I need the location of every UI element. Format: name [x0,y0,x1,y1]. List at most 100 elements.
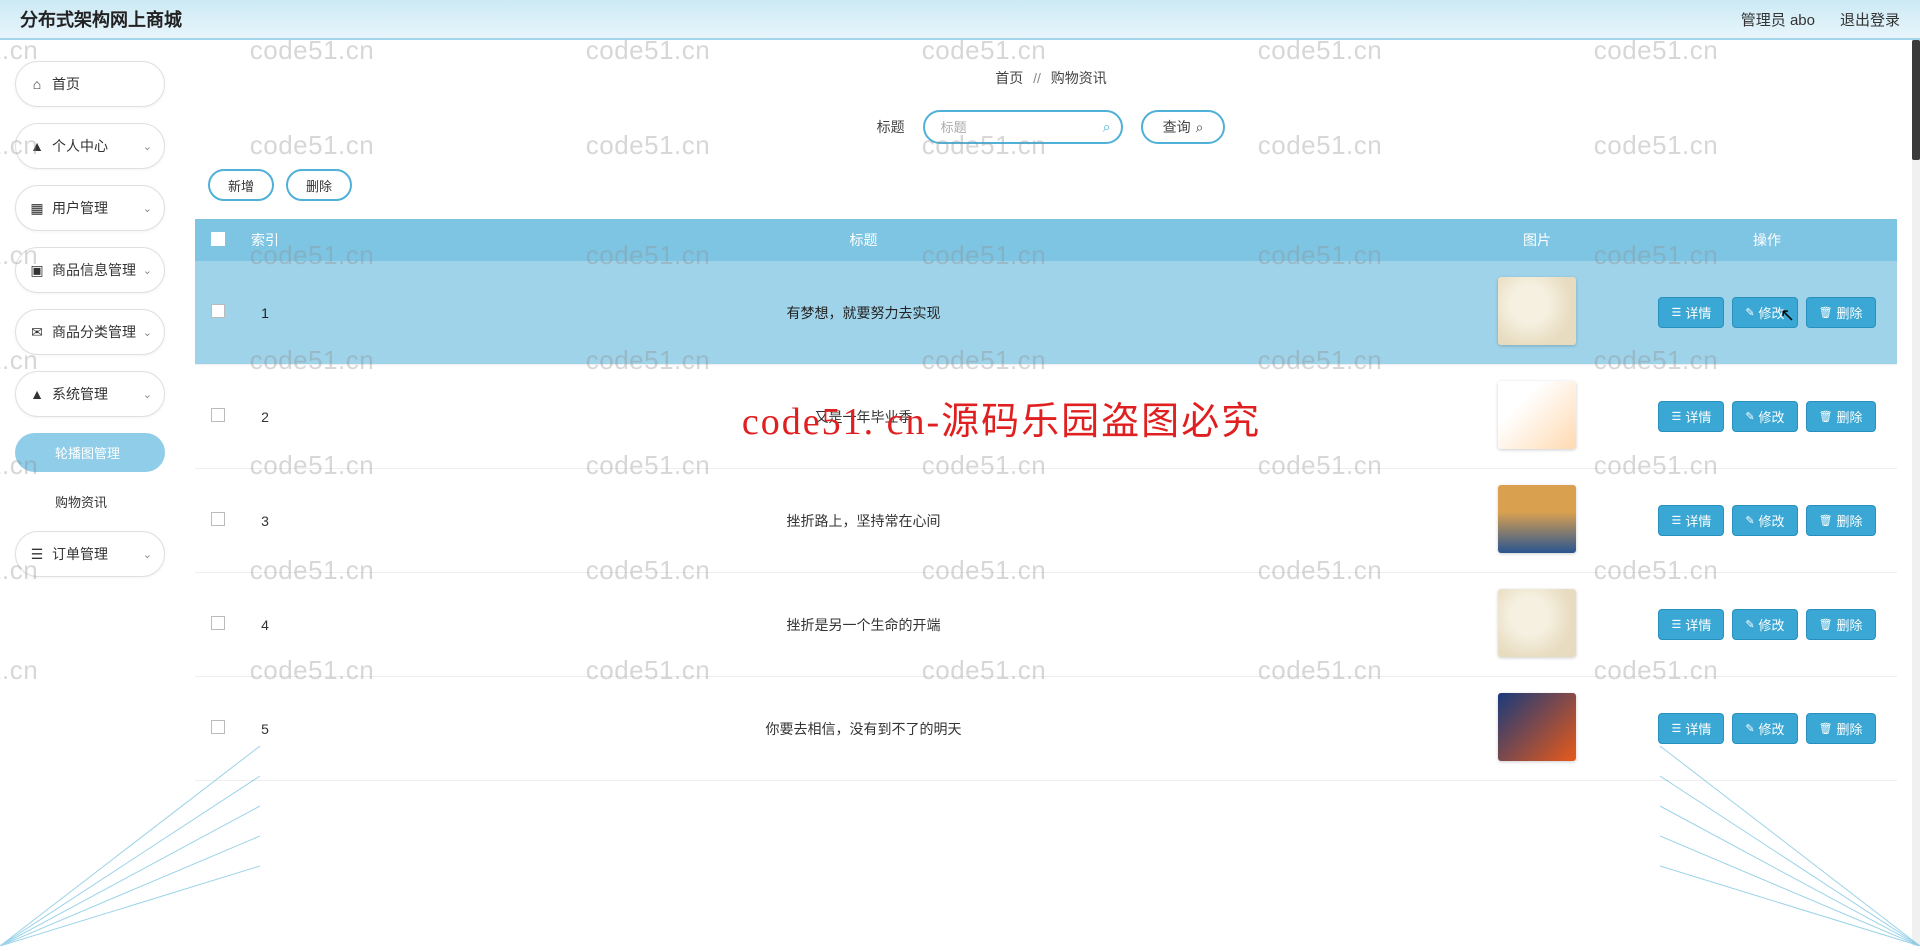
edit-icon: ✎ [1745,514,1754,527]
vertical-scrollbar[interactable] [1912,40,1920,946]
row-ops: ☰详情 ✎修改 🗑删除 [1637,393,1897,440]
edit-button[interactable]: ✎修改 [1732,505,1797,536]
sidebar-item-label: 首页 [52,74,80,94]
sidebar-item-home[interactable]: ⌂ 首页 [15,61,165,107]
row-checkbox[interactable] [211,616,225,630]
row-delete-button[interactable]: 🗑删除 [1806,505,1876,536]
search-icon[interactable]: ⌕ [1103,119,1111,136]
data-table: 索引 标题 图片 操作 1有梦想，就要努力去实现☰详情✎修改🗑删除2又是一年毕业… [195,219,1897,781]
detail-button[interactable]: ☰详情 [1658,609,1724,640]
sidebar-item-system[interactable]: ▲ 系统管理 ⌄ [15,371,165,417]
edit-icon: ✎ [1745,618,1754,631]
header-index: 索引 [240,230,290,250]
chevron-down-icon: ⌄ [143,140,152,153]
row-image-cell [1437,693,1637,764]
list-icon: ☰ [30,547,44,561]
sidebar-sub-carousel[interactable]: 轮播图管理 [15,433,165,472]
logout-link[interactable]: 退出登录 [1840,9,1900,30]
detail-button[interactable]: ☰详情 [1658,297,1724,328]
chevron-down-icon: ⌄ [143,264,152,277]
trash-icon: 🗑 [1819,514,1833,527]
chevron-down-icon: ⌄ [143,388,152,401]
row-index: 3 [240,513,290,529]
row-title: 你要去相信，没有到不了的明天 [290,719,1437,739]
table-row: 1有梦想，就要努力去实现 ☰详情 ✎修改 🗑删除 [195,261,1897,365]
sidebar-item-label: 轮播图管理 [55,446,120,461]
scrollbar-thumb[interactable] [1912,40,1920,160]
sidebar-item-orders[interactable]: ☰ 订单管理 ⌄ [15,531,165,577]
row-index: 2 [240,409,290,425]
admin-label[interactable]: 管理员 abo [1741,9,1815,30]
breadcrumb-current: 购物资讯 [1051,70,1107,86]
sidebar-item-label: 用户管理 [52,198,108,218]
detail-icon: ☰ [1671,514,1681,527]
row-checkbox[interactable] [211,512,225,526]
edit-button[interactable]: ✎修改 [1732,713,1797,744]
row-checkbox-cell [195,720,240,737]
sidebar-item-label: 个人中心 [52,136,108,156]
edit-icon: ✎ [1745,722,1754,735]
detail-button[interactable]: ☰详情 [1658,713,1724,744]
edit-button[interactable]: ✎修改 [1732,401,1797,432]
sidebar-sub-news[interactable]: 购物资讯 [15,482,165,521]
row-title: 有梦想，就要努力去实现 [290,303,1437,323]
row-delete-button[interactable]: 🗑删除 [1806,713,1876,744]
edit-button[interactable]: ✎修改 [1732,609,1797,640]
sidebar-item-products[interactable]: ▣ 商品信息管理 ⌄ [15,247,165,293]
row-image[interactable] [1498,485,1576,553]
main-content: 首页 // 购物资讯 标题 ⌕ 查询 ⌕ 新增 删除 索引 标题 图片 操作 1… [190,40,1912,946]
row-checkbox[interactable] [211,408,225,422]
header-image: 图片 [1437,230,1637,250]
header-ops: 操作 [1637,230,1897,250]
row-index: 1 [240,305,290,321]
row-ops: ☰详情 ✎修改 🗑删除 [1637,289,1897,336]
sidebar-item-label: 商品分类管理 [52,322,136,342]
detail-icon: ☰ [1671,410,1681,423]
user-icon: ▲ [30,139,44,153]
row-checkbox[interactable] [211,304,225,318]
row-image[interactable] [1498,589,1576,657]
sidebar-item-label: 系统管理 [52,384,108,404]
row-delete-button[interactable]: 🗑删除 [1806,609,1876,640]
search-input[interactable] [923,110,1123,144]
search-button-label: 查询 [1163,117,1191,137]
row-delete-button[interactable]: 🗑删除 [1806,401,1876,432]
action-bar: 新增 删除 [208,169,1912,201]
grid4-icon: ▣ [30,263,44,277]
detail-button[interactable]: ☰详情 [1658,401,1724,432]
sidebar-item-label: 商品信息管理 [52,260,136,280]
trash-icon: 🗑 [1819,722,1833,735]
breadcrumb-home[interactable]: 首页 [995,70,1023,86]
sidebar-item-categories[interactable]: ✉ 商品分类管理 ⌄ [15,309,165,355]
edit-icon: ✎ [1745,306,1754,319]
row-checkbox-cell [195,616,240,633]
search-button[interactable]: 查询 ⌕ [1141,110,1226,144]
table-row: 4挫折是另一个生命的开端☰详情✎修改🗑删除 [195,573,1897,677]
edit-button[interactable]: ✎修改 [1732,297,1797,328]
sidebar-item-label: 购物资讯 [55,495,107,510]
select-all-checkbox[interactable] [211,232,225,246]
sidebar: ⌂ 首页 ▲ 个人中心 ⌄ ▦ 用户管理 ⌄ ▣ 商品信息管理 ⌄ ✉ 商品分类… [0,40,175,946]
mail-icon: ✉ [30,325,44,339]
row-checkbox[interactable] [211,720,225,734]
add-button[interactable]: 新增 [208,169,274,201]
row-ops: ☰详情 ✎修改 🗑删除 [1637,601,1897,648]
sidebar-item-profile[interactable]: ▲ 个人中心 ⌄ [15,123,165,169]
row-checkbox-cell [195,512,240,529]
row-title: 又是一年毕业季 [290,407,1437,427]
row-image[interactable] [1498,381,1576,449]
search-label: 标题 [877,117,905,137]
search-row: 标题 ⌕ 查询 ⌕ [190,110,1912,144]
search-input-wrap: ⌕ [923,110,1123,144]
table-row: 2又是一年毕业季 ☰详情 ✎修改 🗑删除 [195,365,1897,469]
row-image[interactable] [1498,277,1576,345]
table-row: 3挫折路上，坚持常在心间☰详情✎修改🗑删除 [195,469,1897,573]
chevron-down-icon: ⌄ [143,202,152,215]
detail-button[interactable]: ☰详情 [1658,505,1724,536]
sidebar-item-users[interactable]: ▦ 用户管理 ⌄ [15,185,165,231]
row-image-cell [1437,485,1637,556]
row-image[interactable] [1498,693,1576,761]
row-delete-button[interactable]: 🗑删除 [1806,297,1876,328]
row-image-cell [1437,589,1637,660]
delete-button[interactable]: 删除 [286,169,352,201]
